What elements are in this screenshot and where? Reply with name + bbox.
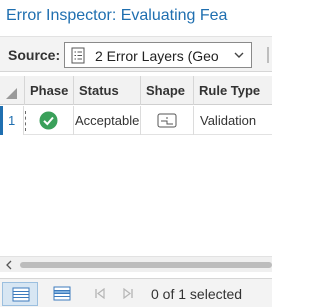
select-all-corner[interactable] [0,76,25,105]
status-bar: 0 of 1 selected [0,278,272,307]
polyline-shape-icon [157,113,177,128]
rule-type-cell[interactable]: Validation [194,106,272,135]
table-row[interactable]: 1 Acceptable Validation [0,106,272,135]
column-header-shape[interactable]: Shape [141,76,194,105]
error-table: Phase Status Shape Rule Type 1 Acceptabl… [0,76,272,256]
shape-cell[interactable] [141,106,194,135]
source-dropdown[interactable]: 2 Error Layers (Geo [64,42,252,68]
row-number[interactable]: 1 [0,106,24,135]
table-selected-icon [53,286,71,301]
phase-cell[interactable] [25,106,74,135]
document-list-icon [71,47,85,64]
scroll-left-icon[interactable] [5,260,13,270]
horizontal-scrollbar[interactable] [0,256,272,272]
chevron-down-icon [234,52,244,58]
source-label: Source: [8,47,61,63]
corner-triangle-icon [6,88,17,99]
status-cell[interactable]: Acceptable [74,106,141,135]
table-all-icon [12,287,30,302]
error-inspector-pane: Error Inspector: Evaluating Fea Source: … [0,0,272,307]
show-selected-records-button[interactable] [44,282,80,306]
column-header-status[interactable]: Status [74,76,141,105]
column-header-rule-type[interactable]: Rule Type [194,76,272,105]
first-record-icon[interactable] [94,288,106,299]
last-record-icon[interactable] [122,288,134,299]
scrollbar-thumb[interactable] [20,262,272,268]
more-options-icon[interactable] [266,47,272,63]
selection-count: 0 of 1 selected [151,286,243,302]
column-header-phase[interactable]: Phase [25,76,74,105]
pane-title: Error Inspector: Evaluating Fea [6,7,228,24]
source-dropdown-value: 2 Error Layers (Geo [95,48,219,64]
check-circle-icon [39,111,58,130]
table-header: Phase Status Shape Rule Type [0,76,272,105]
source-row: Source: 2 Error Layers (Geo [0,36,272,72]
show-all-records-button[interactable] [2,282,38,306]
